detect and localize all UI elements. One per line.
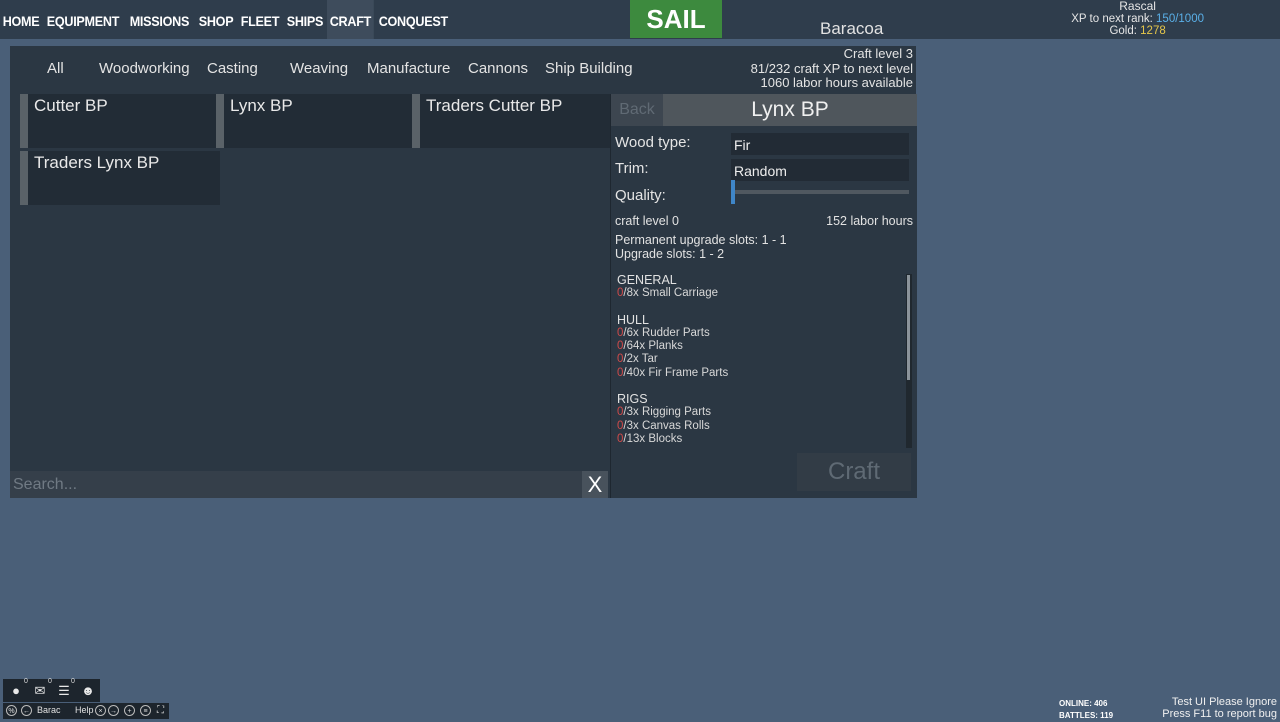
tab-manufacture[interactable]: Manufacture xyxy=(367,60,450,77)
craft-panel: All Woodworking Casting Weaving Manufact… xyxy=(10,46,917,498)
search-input[interactable] xyxy=(10,471,576,498)
tab-casting[interactable]: Casting xyxy=(207,60,258,77)
blueprint-card[interactable]: Lynx BP xyxy=(216,94,416,148)
gold-value: 1278 xyxy=(1140,25,1166,37)
xp-value: 150/1000 xyxy=(1156,12,1204,25)
battles-count: BATTLES: 119 xyxy=(1059,711,1114,720)
required-craft-level: craft level 0 xyxy=(615,214,679,228)
nav-equipment[interactable]: EQUIPMENT xyxy=(44,0,122,39)
craft-button[interactable]: Craft xyxy=(797,453,911,491)
requirement-item: 0/3x Canvas Rolls xyxy=(617,419,710,432)
requirement-group-title: HULL xyxy=(617,312,649,327)
craft-xp: 81/232 craft XP to next level xyxy=(750,60,913,76)
fullscreen-icon[interactable]: ⛶ xyxy=(155,705,166,716)
nav-craft[interactable]: CRAFT xyxy=(327,0,374,39)
menu-icon[interactable]: ≡ xyxy=(140,705,151,716)
requirement-item: 0/40x Fir Frame Parts xyxy=(617,366,729,379)
nav-missions[interactable]: MISSIONS xyxy=(127,0,192,39)
mail-count: 0 xyxy=(48,678,52,685)
xp-label: XP to next rank: xyxy=(1071,12,1153,25)
wood-type-select[interactable]: Fir xyxy=(731,133,909,155)
requirement-group-title: RIGS xyxy=(617,392,648,407)
player-name: Rascal xyxy=(1119,0,1156,13)
xp-line: XP to next rank: 150/1000 xyxy=(1071,13,1204,26)
main-nav: HOME EQUIPMENT MISSIONS SHOP FLEET SHIPS… xyxy=(0,0,456,39)
craft-info: Craft level 3 81/232 craft XP to next le… xyxy=(750,46,914,91)
blueprint-name: Cutter BP xyxy=(34,96,108,115)
blueprint-detail: Back Lynx BP Wood type: Fir Trim: Random… xyxy=(610,94,917,498)
test-note: Test UI Please Ignore Press F11 to repor… xyxy=(1162,696,1277,720)
blueprint-name: Traders Cutter BP xyxy=(426,96,563,115)
upgrade-slots: Upgrade slots: 1 - 2 xyxy=(615,247,725,261)
wood-type-label: Wood type: xyxy=(615,134,691,151)
quality-slider-handle[interactable] xyxy=(731,180,735,204)
social-icons: ● 0 ✉ 0 ☰ 0 ☻ xyxy=(3,678,100,702)
quality-slider[interactable] xyxy=(731,180,909,204)
nav-shop[interactable]: SHOP xyxy=(196,0,236,39)
blueprint-card[interactable]: Traders Lynx BP xyxy=(20,151,220,205)
gold-label: Gold: xyxy=(1109,25,1137,37)
craft-tabs: All Woodworking Casting Weaving Manufact… xyxy=(10,46,750,94)
quality-label: Quality: xyxy=(615,187,666,204)
help-button[interactable]: Help xyxy=(75,705,94,715)
permanent-upgrade-slots: Permanent upgrade slots: 1 - 1 xyxy=(615,233,787,247)
right-arrow-icon[interactable]: → xyxy=(108,705,119,716)
clear-search-button[interactable]: X xyxy=(582,471,608,498)
test-note-line1: Test UI Please Ignore xyxy=(1171,696,1277,708)
requirement-group-title: GENERAL xyxy=(617,274,677,287)
search-box xyxy=(10,471,582,498)
nav-ships[interactable]: SHIPS xyxy=(284,0,326,39)
labor-hours: 152 labor hours xyxy=(826,214,913,228)
blueprint-name: Traders Lynx BP xyxy=(34,153,160,172)
tab-ship-building[interactable]: Ship Building xyxy=(545,60,633,77)
tab-all[interactable]: All xyxy=(47,60,64,77)
trim-label: Trim: xyxy=(615,160,649,177)
left-arrow-icon[interactable]: ← xyxy=(21,705,32,716)
profile-icon[interactable]: ● xyxy=(7,682,25,700)
percent-icon[interactable]: % xyxy=(6,705,17,716)
blueprint-title: Lynx BP xyxy=(663,94,917,126)
list-count: 0 xyxy=(71,678,75,685)
requirement-item: 0/6x Rudder Parts xyxy=(617,326,710,339)
test-note-line2: Press F11 to report bug xyxy=(1162,708,1277,720)
tab-woodworking[interactable]: Woodworking xyxy=(99,60,190,77)
requirement-item: 0/8x Small Carriage xyxy=(617,287,718,300)
player-info: Rascal XP to next rank: 150/1000 Gold: 1… xyxy=(1071,0,1204,38)
requirement-item: 0/3x Rigging Parts xyxy=(617,406,711,419)
back-button[interactable]: Back xyxy=(611,94,663,126)
mail-icon[interactable]: ✉ xyxy=(31,682,49,700)
group-icon[interactable]: ☻ xyxy=(79,682,97,700)
sail-button[interactable]: SAIL xyxy=(630,0,722,38)
tab-cannons[interactable]: Cannons xyxy=(468,60,528,77)
bottom-toolbar: % ← Barac Help × → + ≡ ⛶ xyxy=(3,703,169,719)
online-count: ONLINE: 406 xyxy=(1059,699,1108,708)
blueprint-name: Lynx BP xyxy=(230,96,293,115)
nav-home[interactable]: HOME xyxy=(0,0,42,39)
tab-weaving[interactable]: Weaving xyxy=(290,60,348,77)
requirement-item: 0/2x Tar xyxy=(617,353,658,366)
plus-icon[interactable]: + xyxy=(124,705,135,716)
craft-level: Craft level 3 xyxy=(843,46,913,61)
nav-fleet[interactable]: FLEET xyxy=(238,0,282,39)
labor-available: 1060 labor hours available xyxy=(760,75,914,90)
requirements-list: GENERAL 0/8x Small Carriage HULL 0/6x Ru… xyxy=(617,274,901,449)
blueprint-card[interactable]: Traders Cutter BP xyxy=(412,94,612,148)
server-stats: ONLINE: 406 BATTLES: 119 xyxy=(1059,698,1113,722)
blueprint-card[interactable]: Cutter BP xyxy=(20,94,220,148)
port-short: Barac xyxy=(37,705,61,715)
requirement-item: 0/64x Planks xyxy=(617,340,683,353)
close-icon[interactable]: × xyxy=(95,705,106,716)
requirement-item: 0/13x Blocks xyxy=(617,432,683,445)
nav-conquest[interactable]: CONQUEST xyxy=(376,0,451,39)
trim-select[interactable]: Random xyxy=(731,159,909,181)
top-bar: HOME EQUIPMENT MISSIONS SHOP FLEET SHIPS… xyxy=(0,0,1280,39)
profile-count: 0 xyxy=(24,678,28,685)
port-name: Baracoa xyxy=(820,19,884,38)
gold-line: Gold: 1278 xyxy=(1071,25,1204,38)
requirements-scroll-thumb[interactable] xyxy=(907,275,910,380)
